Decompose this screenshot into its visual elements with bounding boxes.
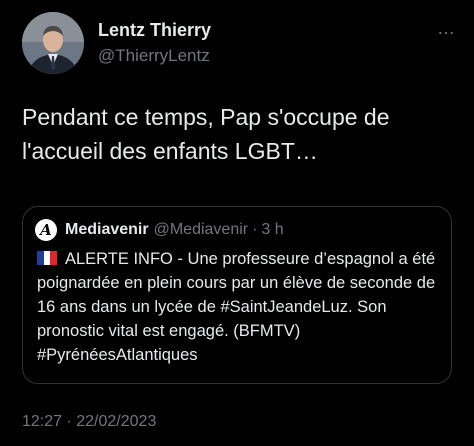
quoted-avatar[interactable]: A [35, 219, 57, 241]
quoted-text: ALERTE INFO - Une professeure d’espagnol… [37, 247, 449, 367]
france-flag-icon [37, 251, 57, 265]
quoted-separator: · [252, 221, 258, 238]
quoted-author-name[interactable]: Mediavenir [65, 221, 149, 239]
author-handle[interactable]: @ThierryLentz [98, 46, 210, 66]
author-name[interactable]: Lentz Thierry [98, 20, 211, 41]
avatar[interactable] [22, 12, 84, 74]
quoted-tweet-header: A Mediavenir @Mediavenir · 3 h [35, 219, 284, 241]
quoted-meta: @Mediavenir · 3 h [154, 221, 284, 239]
quoted-tweet[interactable]: A Mediavenir @Mediavenir · 3 h ALERTE INFO… [22, 206, 452, 384]
more-options-icon[interactable]: … [428, 18, 456, 38]
quoted-author-handle[interactable]: @Mediavenir [154, 221, 249, 238]
quoted-text-body: ALERTE INFO - Une professeure d’espagnol… [37, 250, 436, 364]
tweet-header: Lentz Thierry @ThierryLentz … [22, 12, 462, 76]
tweet-text: Pendant ce temps, Pap s'occupe de l'accu… [22, 104, 390, 164]
tweet-timestamp[interactable]: 12:27 · 22/02/2023 [22, 413, 156, 431]
mediavenir-logo-icon: A [40, 221, 52, 239]
avatar-photo-icon [22, 12, 84, 74]
quoted-time: 3 h [261, 221, 284, 238]
tweet: Lentz Thierry @ThierryLentz … Pendant ce… [0, 0, 474, 446]
